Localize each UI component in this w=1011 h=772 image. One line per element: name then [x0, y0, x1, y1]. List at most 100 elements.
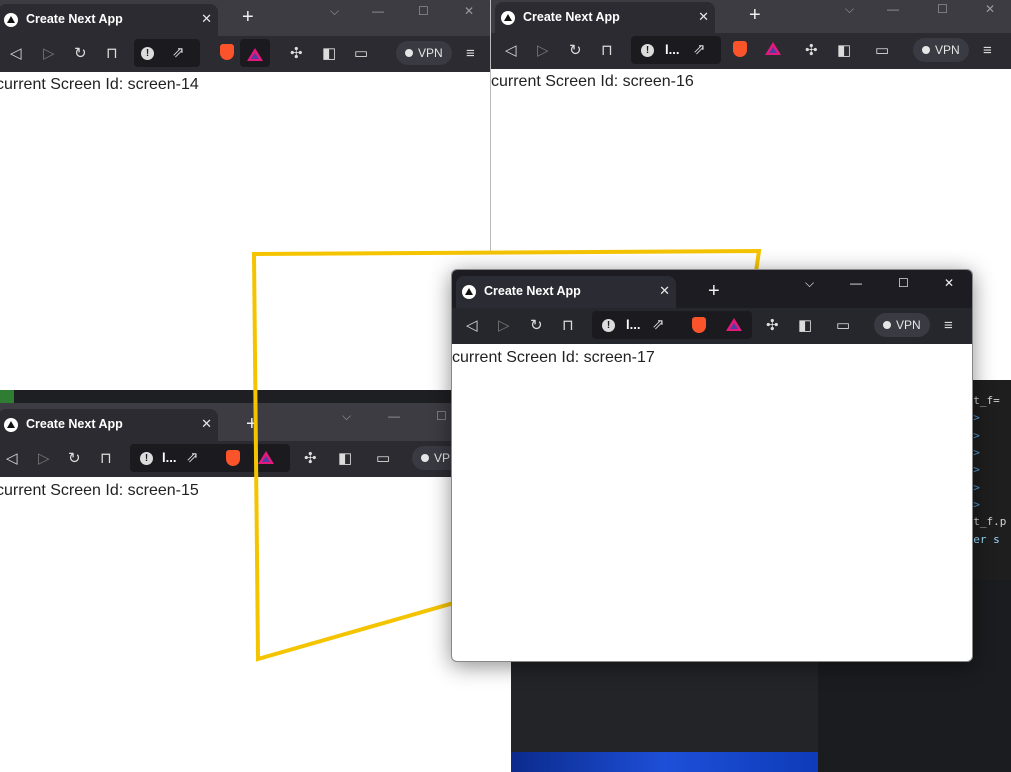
reload-icon[interactable]: ↻ [569, 42, 582, 60]
new-tab-button[interactable]: + [708, 280, 720, 302]
screen-id-text: current Screen Id: screen-17 [452, 349, 655, 366]
forward-icon[interactable]: ▷ [498, 317, 510, 335]
puzzle-icon[interactable]: ✣ [290, 45, 303, 63]
minimize-button[interactable]: — [388, 409, 400, 423]
site-info-icon[interactable]: ! [641, 44, 654, 57]
browser-window-screen-17[interactable]: Create Next App ✕ + ⌵ — ☐ ✕ ◁ ▷ ↻ ⊓ ! l.… [451, 269, 973, 662]
brave-rewards-icon[interactable] [247, 48, 263, 61]
vpn-label: VPN [935, 43, 960, 57]
tab-create-next-app[interactable]: Create Next App ✕ [0, 409, 218, 441]
tab-search-icon[interactable]: ⌵ [845, 2, 854, 17]
puzzle-icon[interactable]: ✣ [805, 42, 818, 60]
vpn-label: VPN [418, 46, 443, 60]
share-icon[interactable]: ⇗ [693, 41, 706, 59]
tab-title: Create Next App [26, 12, 123, 26]
brave-shield-icon[interactable] [220, 44, 234, 60]
tab-bar: Create Next App ✕ + ⌵ — ☐ ✕ [452, 270, 972, 308]
minimize-button[interactable]: — [850, 276, 862, 290]
puzzle-icon[interactable]: ✣ [766, 317, 779, 335]
close-window-button[interactable]: ✕ [985, 2, 995, 16]
forward-icon[interactable]: ▷ [43, 45, 55, 63]
vpn-button[interactable]: VPN [412, 446, 454, 470]
vpn-button[interactable]: VPN [396, 41, 452, 65]
sidebar-icon[interactable]: ◧ [338, 450, 352, 468]
site-info-icon[interactable]: ! [141, 47, 154, 60]
tab-create-next-app[interactable]: Create Next App ✕ [495, 2, 715, 34]
brave-shield-icon[interactable] [733, 41, 747, 57]
screen-id-text: current Screen Id: screen-14 [0, 76, 199, 93]
share-icon[interactable]: ⇗ [652, 316, 665, 334]
sidebar-icon[interactable]: ◧ [322, 45, 336, 63]
address-bar[interactable]: ! l... ⇗ [130, 444, 290, 472]
brave-rewards-icon[interactable] [258, 451, 274, 464]
brave-rewards-icon[interactable] [765, 42, 781, 55]
address-bar[interactable]: ! ⇗ [134, 39, 200, 67]
sidebar-icon[interactable]: ◧ [798, 317, 812, 335]
new-tab-button[interactable]: + [246, 413, 258, 435]
back-icon[interactable]: ◁ [10, 45, 22, 63]
vpn-status-icon [922, 46, 930, 54]
reload-icon[interactable]: ↻ [68, 450, 81, 468]
tab-create-next-app[interactable]: Create Next App ✕ [0, 4, 218, 36]
close-icon[interactable]: ✕ [201, 11, 212, 27]
share-icon[interactable]: ⇗ [186, 449, 199, 467]
address-bar[interactable]: ! l... ⇗ [631, 36, 721, 64]
hamburger-menu-icon[interactable]: ≡ [983, 42, 992, 60]
bookmark-icon[interactable]: ⊓ [562, 317, 574, 335]
close-window-button[interactable]: ✕ [464, 4, 474, 18]
address-bar[interactable]: ! l... ⇗ [592, 311, 752, 339]
tab-create-next-app[interactable]: Create Next App ✕ [456, 276, 676, 308]
close-window-button[interactable]: ✕ [944, 276, 954, 290]
share-icon[interactable]: ⇗ [172, 44, 185, 62]
sidebar-icon[interactable]: ◧ [837, 42, 851, 60]
reload-icon[interactable]: ↻ [74, 45, 87, 63]
puzzle-icon[interactable]: ✣ [304, 450, 317, 468]
brave-shield-icon[interactable] [692, 317, 706, 333]
back-icon[interactable]: ◁ [466, 317, 478, 335]
hamburger-menu-icon[interactable]: ≡ [466, 45, 475, 63]
minimize-button[interactable]: — [372, 4, 384, 18]
vpn-button[interactable]: VPN [913, 38, 969, 62]
vpn-button[interactable]: VPN [874, 313, 930, 337]
new-tab-button[interactable]: + [242, 6, 254, 28]
browser-window-screen-15[interactable]: Create Next App ✕ + ⌵ — ☐ ◁ ▷ ↻ ⊓ ! l...… [0, 403, 454, 772]
back-icon[interactable]: ◁ [505, 42, 517, 60]
brave-shield-icon[interactable] [226, 450, 240, 466]
close-icon[interactable]: ✕ [698, 9, 709, 25]
maximize-button[interactable]: ☐ [436, 409, 447, 423]
tab-search-icon[interactable]: ⌵ [330, 4, 339, 19]
back-icon[interactable]: ◁ [6, 450, 18, 468]
browser-window-screen-14[interactable]: Create Next App ✕ + ⌵ — ☐ ✕ ◁ ▷ ↻ ⊓ ! ⇗ … [0, 0, 490, 390]
wallet-icon[interactable]: ▭ [354, 45, 368, 63]
wallet-icon[interactable]: ▭ [875, 42, 889, 60]
site-info-icon[interactable]: ! [140, 452, 153, 465]
bookmark-icon[interactable]: ⊓ [100, 450, 112, 468]
minimize-button[interactable]: — [887, 2, 899, 16]
vpn-label: VPN [896, 318, 921, 332]
close-icon[interactable]: ✕ [659, 283, 670, 299]
nextjs-logo-icon [501, 11, 515, 25]
tab-title: Create Next App [26, 417, 123, 431]
site-info-icon[interactable]: ! [602, 319, 615, 332]
browser-window-screen-16[interactable]: Create Next App ✕ + ⌵ — ☐ ✕ ◁ ▷ ↻ ⊓ ! l.… [490, 0, 1011, 252]
nextjs-logo-icon [462, 285, 476, 299]
vpn-status-icon [883, 321, 891, 329]
new-tab-button[interactable]: + [749, 4, 761, 26]
background-app-dark-area [14, 389, 494, 403]
bookmark-icon[interactable]: ⊓ [106, 45, 118, 63]
maximize-button[interactable]: ☐ [937, 2, 948, 16]
wallet-icon[interactable]: ▭ [376, 450, 390, 468]
nextjs-logo-icon [4, 13, 18, 27]
hamburger-menu-icon[interactable]: ≡ [944, 317, 953, 335]
wallet-icon[interactable]: ▭ [836, 317, 850, 335]
reload-icon[interactable]: ↻ [530, 317, 543, 335]
close-icon[interactable]: ✕ [201, 416, 212, 432]
brave-rewards-icon[interactable] [726, 318, 742, 331]
maximize-button[interactable]: ☐ [898, 276, 909, 290]
forward-icon[interactable]: ▷ [537, 42, 549, 60]
forward-icon[interactable]: ▷ [38, 450, 50, 468]
tab-search-icon[interactable]: ⌵ [805, 276, 814, 291]
maximize-button[interactable]: ☐ [418, 4, 429, 18]
bookmark-icon[interactable]: ⊓ [601, 42, 613, 60]
tab-search-icon[interactable]: ⌵ [342, 409, 351, 424]
